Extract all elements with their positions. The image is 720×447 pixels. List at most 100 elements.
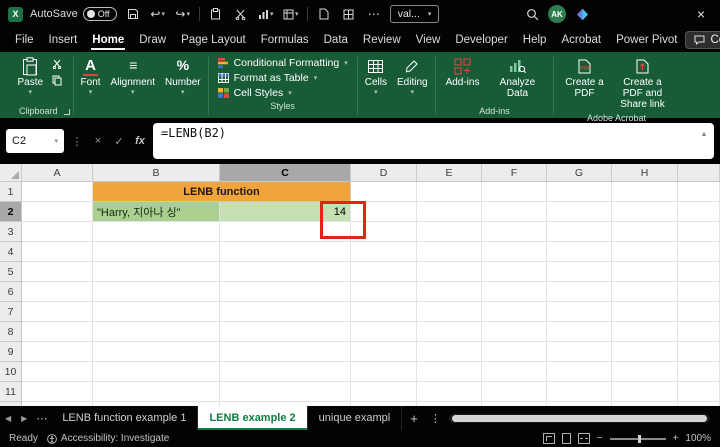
cell[interactable] bbox=[612, 322, 678, 342]
menu-tab-draw[interactable]: Draw bbox=[132, 30, 173, 50]
menu-tab-review[interactable]: Review bbox=[356, 30, 408, 50]
cell[interactable] bbox=[547, 402, 612, 406]
cell[interactable] bbox=[547, 382, 612, 402]
cut-icon[interactable] bbox=[50, 58, 64, 70]
col-header-G[interactable]: G bbox=[547, 164, 612, 182]
close-button[interactable]: × bbox=[690, 6, 712, 22]
zoom-in-icon[interactable]: + bbox=[673, 433, 679, 444]
cell[interactable] bbox=[22, 262, 93, 282]
zoom-slider-thumb[interactable] bbox=[638, 435, 641, 443]
formula-input[interactable]: =LENB(B2) ▴ bbox=[153, 123, 714, 159]
copy-icon[interactable] bbox=[50, 74, 64, 86]
create-pdf-button[interactable]: PDF Create a PDF bbox=[559, 54, 609, 101]
cell[interactable] bbox=[22, 402, 93, 406]
cell[interactable] bbox=[220, 382, 351, 402]
cell-styles-button[interactable]: Cell Styles ▾ bbox=[214, 86, 352, 100]
cell[interactable] bbox=[678, 282, 720, 302]
cell[interactable] bbox=[678, 382, 720, 402]
cell[interactable] bbox=[678, 402, 720, 406]
cell[interactable] bbox=[417, 382, 482, 402]
autosave-toggle[interactable]: Off bbox=[83, 7, 117, 21]
cell[interactable] bbox=[220, 362, 351, 382]
cell[interactable] bbox=[417, 182, 482, 202]
cell[interactable] bbox=[482, 382, 547, 402]
conditional-formatting-button[interactable]: Conditional Formatting ▾ bbox=[214, 56, 352, 70]
menu-tab-power-pivot[interactable]: Power Pivot bbox=[609, 30, 684, 50]
zoom-slider[interactable] bbox=[610, 438, 666, 440]
col-header-B[interactable]: B bbox=[93, 164, 220, 182]
cell[interactable] bbox=[22, 342, 93, 362]
cell[interactable] bbox=[482, 282, 547, 302]
create-pdf-share-button[interactable]: Create a PDF and Share link bbox=[611, 54, 673, 112]
avatar[interactable]: AK bbox=[548, 5, 566, 23]
cell[interactable] bbox=[220, 242, 351, 262]
cell[interactable] bbox=[417, 202, 482, 222]
cell[interactable] bbox=[482, 242, 547, 262]
dialog-launcher-icon[interactable] bbox=[64, 109, 70, 115]
cell[interactable] bbox=[547, 222, 612, 242]
col-header-partial[interactable] bbox=[678, 164, 720, 182]
cell[interactable] bbox=[417, 342, 482, 362]
clipboard-icon[interactable] bbox=[207, 4, 225, 24]
cell[interactable] bbox=[612, 302, 678, 322]
menu-tab-page-layout[interactable]: Page Layout bbox=[174, 30, 253, 50]
cell[interactable] bbox=[351, 182, 417, 202]
menu-tab-file[interactable]: File bbox=[8, 30, 41, 50]
row-header-2[interactable]: 2 bbox=[0, 202, 22, 222]
cell[interactable] bbox=[93, 282, 220, 302]
cell[interactable] bbox=[417, 402, 482, 406]
row-header-5[interactable]: 5 bbox=[0, 262, 22, 282]
row-header-8[interactable]: 8 bbox=[0, 322, 22, 342]
col-header-E[interactable]: E bbox=[417, 164, 482, 182]
cell[interactable] bbox=[93, 222, 220, 242]
sheet-tab-lenb-function-example-1[interactable]: LENB function example 1 bbox=[51, 406, 198, 430]
cell[interactable] bbox=[417, 302, 482, 322]
select-all-corner[interactable] bbox=[0, 164, 22, 182]
quick-command-dropdown[interactable]: val... ▾ bbox=[390, 5, 440, 23]
number-group-button[interactable]: % Number ▾ bbox=[160, 54, 206, 118]
cell[interactable] bbox=[22, 242, 93, 262]
search-icon[interactable] bbox=[523, 4, 541, 24]
cell[interactable] bbox=[547, 322, 612, 342]
zoom-out-icon[interactable]: − bbox=[597, 433, 603, 444]
cell-title[interactable]: LENB function bbox=[93, 182, 351, 202]
document-icon[interactable] bbox=[315, 4, 333, 24]
col-header-D[interactable]: D bbox=[351, 164, 417, 182]
menu-tab-view[interactable]: View bbox=[409, 30, 448, 50]
cell[interactable] bbox=[547, 342, 612, 362]
cell[interactable] bbox=[22, 202, 93, 222]
cell[interactable] bbox=[482, 362, 547, 382]
cell[interactable] bbox=[351, 262, 417, 282]
accessibility-status[interactable]: Accessibility: Investigate bbox=[47, 433, 169, 444]
cell[interactable] bbox=[351, 242, 417, 262]
alignment-group-button[interactable]: ≡ Alignment ▾ bbox=[106, 54, 160, 118]
font-group-button[interactable]: A Font ▾ bbox=[76, 54, 106, 118]
scrollbar-thumb[interactable] bbox=[452, 415, 707, 422]
sheet-tab-unique-example[interactable]: unique exampl bbox=[308, 406, 403, 430]
save-icon[interactable] bbox=[124, 4, 142, 24]
cell[interactable] bbox=[93, 382, 220, 402]
row-header-7[interactable]: 7 bbox=[0, 302, 22, 322]
horizontal-scrollbar[interactable] bbox=[449, 414, 710, 423]
tab-scroll-left-icon[interactable]: ◀ bbox=[0, 414, 16, 423]
tab-scroll-right-icon[interactable]: ▶ bbox=[16, 414, 32, 423]
cell[interactable] bbox=[482, 402, 547, 406]
more-commands-icon[interactable]: ⋯ bbox=[365, 4, 383, 24]
cell[interactable] bbox=[482, 182, 547, 202]
table-button[interactable]: ▾ bbox=[282, 4, 300, 24]
analyze-data-button[interactable]: Analyze Data bbox=[486, 54, 548, 101]
col-header-A[interactable]: A bbox=[22, 164, 93, 182]
cell[interactable] bbox=[612, 342, 678, 362]
menu-tab-help[interactable]: Help bbox=[516, 30, 554, 50]
cell[interactable] bbox=[351, 282, 417, 302]
cell[interactable] bbox=[678, 302, 720, 322]
row-header-4[interactable]: 4 bbox=[0, 242, 22, 262]
cell[interactable] bbox=[678, 242, 720, 262]
cell[interactable] bbox=[482, 222, 547, 242]
cell[interactable] bbox=[612, 222, 678, 242]
cell[interactable] bbox=[678, 342, 720, 362]
cell[interactable] bbox=[547, 242, 612, 262]
cell[interactable] bbox=[417, 222, 482, 242]
page-break-view-icon[interactable] bbox=[578, 433, 590, 444]
cell[interactable] bbox=[612, 282, 678, 302]
